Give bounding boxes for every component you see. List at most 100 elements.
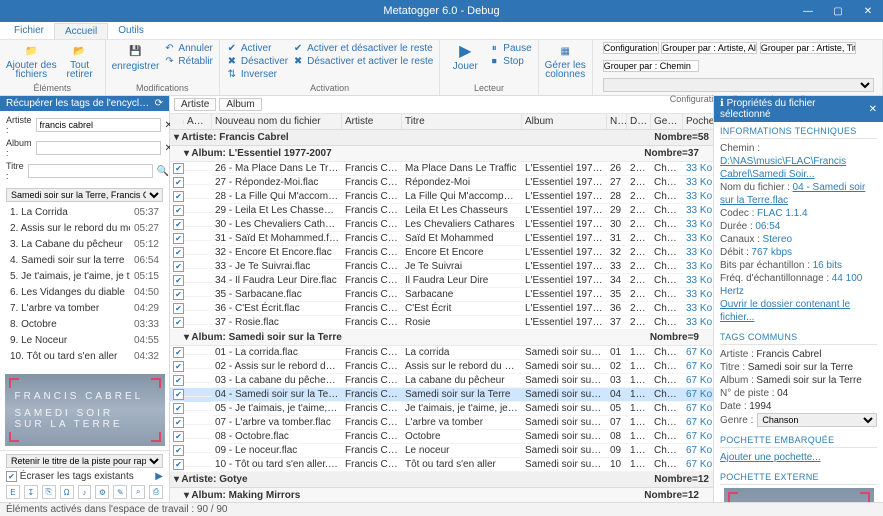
erase-tags-checkbox[interactable]: ✔ Écraser les tags existants <box>6 471 134 482</box>
table-row[interactable]: ✔07 - L'arbre va tomber.flacFrancis Cabr… <box>170 416 713 430</box>
table-row[interactable]: ✔30 - Les Chevaliers Cathares.flacFranci… <box>170 218 713 232</box>
redo-button[interactable]: ↷Rétablir <box>163 55 212 67</box>
search-icon[interactable]: 🔍 <box>157 166 169 177</box>
invert-button[interactable]: ⇅Inverser <box>226 68 288 80</box>
right-panel: ℹ Propriétés du fichier sélectionné ✕ In… <box>713 96 883 502</box>
table-row[interactable]: ✔08 - Octobre.flacFrancis CabrelOctobreS… <box>170 430 713 444</box>
result-select[interactable]: Samedi soir sur la Terre, Francis Cabrel <box>6 188 163 202</box>
manage-columns-button[interactable]: ▦ Gérer les colonnes <box>545 42 586 79</box>
tab-home[interactable]: Accueil <box>54 23 108 39</box>
tool-icon[interactable]: ⌕ <box>131 485 145 499</box>
group-row[interactable]: ▾ Artiste: Francis CabrelNombre=58 <box>170 130 713 146</box>
title-input[interactable] <box>28 164 153 178</box>
tool-icon[interactable]: ⚙ <box>95 485 109 499</box>
track-item[interactable]: 8. Octobre03:33 <box>6 318 163 334</box>
close-button[interactable]: ✕ <box>853 0 883 22</box>
pause-button[interactable]: ⏸Pause <box>488 42 531 54</box>
table-row[interactable]: ✔29 - Leila Et Les Chasseurs.flacFrancis… <box>170 204 713 218</box>
table-row[interactable]: ✔34 - Il Faudra Leur Dire.flacFrancis Ca… <box>170 274 713 288</box>
undo-button[interactable]: ↶Annuler <box>163 42 212 54</box>
tracklist[interactable]: 1. La Corrida05:372. Assis sur le rebord… <box>6 206 163 366</box>
track-item[interactable]: 2. Assis sur le rebord du monde05:27 <box>6 222 163 238</box>
group-row[interactable]: ▾ Album: Samedi soir sur la TerreNombre=… <box>170 330 713 346</box>
tab-file[interactable]: Fichier <box>4 23 54 38</box>
activate-button[interactable]: ✔Activer <box>226 42 288 54</box>
table-row[interactable]: ✔04 - Samedi soir sur la Terre.flacFranc… <box>170 388 713 402</box>
table-row[interactable]: ✔27 - Répondez-Moi.flacFrancis CabrelRép… <box>170 176 713 190</box>
stop-button[interactable]: ⏹Stop <box>488 55 531 67</box>
play-button[interactable]: ▶Jouer <box>446 42 484 72</box>
table-row[interactable]: ✔32 - Encore Et Encore.flacFrancis Cabre… <box>170 246 713 260</box>
open-folder-link[interactable]: Ouvrir le dossier contenant le fichier..… <box>720 299 850 323</box>
tool-icon[interactable]: ⎙ <box>149 485 163 499</box>
group-row[interactable]: ▾ Artiste: GotyeNombre=12 <box>170 472 713 488</box>
save-button[interactable]: 💾 enregistrer <box>112 42 160 72</box>
table-row[interactable]: ✔05 - Je t'aimais, je t'aime, je t'aimer… <box>170 402 713 416</box>
deactivate-button[interactable]: ✖Désactiver <box>226 55 288 67</box>
match-mode-select[interactable]: Retenir le titre de la piste pour rappro… <box>6 454 163 468</box>
activate-rest-button[interactable]: ✔Activer et désactiver le reste <box>292 42 433 54</box>
workspace-artist-title[interactable] <box>760 42 856 54</box>
track-item[interactable]: 9. Le Noceur04:55 <box>6 334 163 350</box>
apply-icon[interactable]: ▶ <box>155 471 163 482</box>
table-row[interactable]: ✔10 - Tôt ou tard s'en aller.flacFrancis… <box>170 458 713 472</box>
close-icon[interactable]: ✕ <box>869 104 877 115</box>
tool-icon[interactable]: ⎘ <box>42 485 56 499</box>
track-item[interactable]: 6. Les Vidanges du diable04:50 <box>6 286 163 302</box>
x-icon: ✖ <box>226 55 238 67</box>
genre-select[interactable]: Chanson <box>757 413 877 427</box>
swap-icon: ⇅ <box>226 68 238 80</box>
add-cover-link[interactable]: Ajouter une pochette... <box>720 452 821 463</box>
titlebar: Metatogger 6.0 - Debug — ▢ ✕ <box>0 0 883 22</box>
workspace-select[interactable] <box>603 78 875 92</box>
remove-all-button[interactable]: 📂 Tout retirer <box>61 42 99 79</box>
track-item[interactable]: 7. L'arbre va tomber04:29 <box>6 302 163 318</box>
table-row[interactable]: ✔37 - Rosie.flacFrancis CabrelRosieL'Ess… <box>170 316 713 330</box>
left-panel: Récupérer les tags de l'encyclopédie Mus… <box>0 96 170 502</box>
table-row[interactable]: ✔36 - C'Est Écrit.flacFrancis CabrelC'Es… <box>170 302 713 316</box>
album-input[interactable] <box>36 141 161 155</box>
tool-icon[interactable]: Ω <box>60 485 74 499</box>
window-title: Metatogger 6.0 - Debug <box>383 5 499 17</box>
table-row[interactable]: ✔31 - Saïd Et Mohammed.flacFrancis Cabre… <box>170 232 713 246</box>
track-item[interactable]: 5. Je t'aimais, je t'aime, je t'aimerai0… <box>6 270 163 286</box>
check-rest-icon: ✔ <box>292 42 304 54</box>
table-row[interactable]: ✔26 - Ma Place Dans Le Traffic.flacFranc… <box>170 162 713 176</box>
redo-icon: ↷ <box>163 55 175 67</box>
tool-icon[interactable]: E <box>6 485 20 499</box>
table-row[interactable]: ✔03 - La cabane du pêcheur.flacFrancis C… <box>170 374 713 388</box>
workspace-artist-album[interactable] <box>661 42 757 54</box>
workspace-default[interactable] <box>603 42 659 54</box>
filter-artist[interactable]: Artiste <box>174 98 216 111</box>
file-grid[interactable]: Activation Nouveau nom du fichier Artist… <box>170 114 713 502</box>
workspace-path[interactable] <box>603 60 699 72</box>
table-row[interactable]: ✔28 - La Fille Qui M'accompagne.flacFran… <box>170 190 713 204</box>
table-row[interactable]: ✔09 - Le noceur.flacFrancis CabrelLe noc… <box>170 444 713 458</box>
tool-icon[interactable]: ↧ <box>24 485 38 499</box>
filter-album[interactable]: Album <box>219 98 261 111</box>
artist-input[interactable] <box>36 118 161 132</box>
table-row[interactable]: ✔01 - La corrida.flacFrancis CabrelLa co… <box>170 346 713 360</box>
track-item[interactable]: 1. La Corrida05:37 <box>6 206 163 222</box>
deactivate-rest-button[interactable]: ✖Désactiver et activer le reste <box>292 55 433 67</box>
grid-header: Activation Nouveau nom du fichier Artist… <box>170 114 713 130</box>
track-item[interactable]: 4. Samedi soir sur la terre06:54 <box>6 254 163 270</box>
tool-icon[interactable]: ♪ <box>78 485 92 499</box>
group-label-player: Lecteur <box>446 83 531 93</box>
tab-tools[interactable]: Outils <box>108 23 154 38</box>
tool-icon[interactable]: ✎ <box>113 485 127 499</box>
table-row[interactable]: ✔02 - Assis sur le rebord du monde.flacF… <box>170 360 713 374</box>
track-item[interactable]: 10. Tôt ou tard s'en aller04:32 <box>6 350 163 366</box>
group-row[interactable]: ▾ Album: L'Essentiel 1977-2007Nombre=37 <box>170 146 713 162</box>
refresh-icon[interactable]: ⟳ <box>155 98 163 109</box>
add-files-button[interactable]: 📁 Ajouter des fichiers <box>6 42 57 79</box>
x-rest-icon: ✖ <box>292 55 304 67</box>
group-row[interactable]: ▾ Album: Making MirrorsNombre=12 <box>170 488 713 502</box>
table-row[interactable]: ✔35 - Sarbacane.flacFrancis CabrelSarbac… <box>170 288 713 302</box>
minimize-button[interactable]: — <box>793 0 823 22</box>
table-row[interactable]: ✔33 - Je Te Suivrai.flacFrancis CabrelJe… <box>170 260 713 274</box>
track-item[interactable]: 3. La Cabane du pêcheur05:12 <box>6 238 163 254</box>
path-link[interactable]: D:\NAS\music\FLAC\Francis Cabrel\Samedi … <box>720 156 846 180</box>
maximize-button[interactable]: ▢ <box>823 0 853 22</box>
ext-cover-preview: FRANCIS CABREL SAMEDI SOIR SUR LA TERRE <box>724 488 874 502</box>
